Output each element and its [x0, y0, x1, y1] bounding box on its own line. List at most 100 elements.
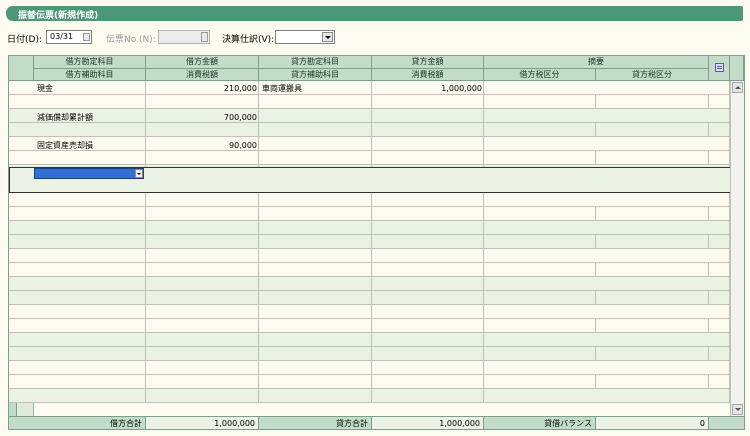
grid-cell[interactable]: [34, 249, 146, 263]
grid-cell[interactable]: [709, 207, 730, 221]
grid-cell[interactable]: [709, 375, 730, 389]
grid-cell[interactable]: [709, 291, 730, 305]
chevron-down-icon[interactable]: [322, 32, 333, 42]
grid-cell[interactable]: [259, 95, 372, 109]
grid-cell[interactable]: [259, 263, 372, 277]
grid-cell[interactable]: [34, 375, 146, 389]
grid-cell[interactable]: [372, 305, 484, 319]
grid-cell[interactable]: [709, 249, 730, 263]
entry-credit-account[interactable]: 車両運搬具: [259, 82, 372, 96]
grid-cell[interactable]: [709, 333, 730, 347]
grid-cell[interactable]: [372, 277, 484, 291]
grid-cell[interactable]: [146, 333, 259, 347]
grid-cell[interactable]: [709, 235, 730, 249]
grid-cell[interactable]: [484, 207, 596, 221]
grid-cell[interactable]: [372, 123, 484, 137]
vertical-scrollbar[interactable]: [730, 81, 744, 416]
grid-cell[interactable]: [709, 305, 730, 319]
grid-cell[interactable]: [596, 319, 709, 333]
grid-row[interactable]: [9, 305, 744, 319]
grid-cell[interactable]: [709, 81, 730, 95]
grid-cell[interactable]: [709, 319, 730, 333]
grid-cell[interactable]: [709, 95, 730, 109]
grid-cell[interactable]: [34, 305, 146, 319]
grid-cell[interactable]: [709, 361, 730, 375]
grid-row[interactable]: [9, 263, 744, 277]
grid-cell[interactable]: [146, 361, 259, 375]
grid-cell[interactable]: [709, 347, 730, 361]
grid-cell[interactable]: [372, 291, 484, 305]
grid-cell[interactable]: [372, 319, 484, 333]
grid-cell[interactable]: [146, 235, 259, 249]
grid-cell[interactable]: [146, 95, 259, 109]
grid-cell[interactable]: [146, 319, 259, 333]
grid-cell[interactable]: [259, 333, 372, 347]
grid-row[interactable]: [9, 277, 744, 291]
entry-debit-amount[interactable]: 90,000: [146, 139, 259, 153]
grid-row[interactable]: [9, 347, 744, 361]
grid-cell[interactable]: [372, 207, 484, 221]
grid-row[interactable]: [9, 193, 744, 207]
grid-cell[interactable]: [596, 235, 709, 249]
grid-cell[interactable]: [146, 389, 259, 403]
grid-cell[interactable]: [146, 123, 259, 137]
grid-cell[interactable]: [709, 263, 730, 277]
grid-row[interactable]: [9, 123, 744, 137]
grid-cell[interactable]: [596, 151, 709, 165]
grid-cell[interactable]: [709, 277, 730, 291]
grid-cell[interactable]: [372, 221, 484, 235]
grid-row[interactable]: [9, 207, 744, 221]
grid-cell[interactable]: [146, 375, 259, 389]
grid-cell[interactable]: [372, 389, 484, 403]
grid-cell[interactable]: [596, 263, 709, 277]
grid-cell[interactable]: [146, 291, 259, 305]
scroll-up-icon[interactable]: [732, 82, 743, 93]
grid-cell[interactable]: [596, 95, 709, 109]
grid-cell[interactable]: [484, 319, 596, 333]
grid-cell[interactable]: [34, 235, 146, 249]
settlement-select[interactable]: [275, 30, 335, 44]
grid-cell[interactable]: [596, 207, 709, 221]
entry-debit-account[interactable]: 現金: [34, 82, 146, 96]
grid-row[interactable]: [9, 221, 744, 235]
grid-cell[interactable]: [259, 249, 372, 263]
grid-cell[interactable]: [484, 375, 596, 389]
grid-cell[interactable]: [484, 291, 596, 305]
grid-cell[interactable]: [34, 151, 146, 165]
grid-cell[interactable]: [34, 291, 146, 305]
grid-cell[interactable]: [372, 137, 484, 151]
grid-cell[interactable]: [259, 389, 372, 403]
entry-debit-account[interactable]: 固定資産売却損: [34, 139, 146, 153]
grid-cell[interactable]: [34, 347, 146, 361]
entry-debit-amount[interactable]: 700,000: [146, 111, 259, 125]
grid-cell[interactable]: [34, 123, 146, 137]
grid-cell[interactable]: [146, 151, 259, 165]
grid-cell[interactable]: [146, 207, 259, 221]
scroll-down-icon[interactable]: [732, 404, 743, 415]
grid-row[interactable]: [9, 151, 744, 165]
grid-row[interactable]: [9, 95, 744, 109]
grid-cell[interactable]: [34, 333, 146, 347]
grid-cell[interactable]: [709, 137, 730, 151]
grid-cell[interactable]: [372, 235, 484, 249]
grid-cell[interactable]: [259, 277, 372, 291]
grid-cell[interactable]: [709, 193, 730, 207]
grid-cell[interactable]: [34, 389, 146, 403]
grid-cell[interactable]: [34, 319, 146, 333]
grid-cell[interactable]: [372, 333, 484, 347]
memo-icon[interactable]: [715, 63, 724, 72]
spin-icon[interactable]: [83, 33, 90, 41]
grid-cell[interactable]: [259, 305, 372, 319]
grid-cell[interactable]: [34, 361, 146, 375]
grid-cell[interactable]: [34, 193, 146, 207]
grid-cell[interactable]: [596, 347, 709, 361]
grid-cell[interactable]: [259, 193, 372, 207]
grid-cell[interactable]: [146, 221, 259, 235]
grid-cell[interactable]: [259, 347, 372, 361]
grid-cell[interactable]: [259, 137, 372, 151]
grid-cell[interactable]: [259, 361, 372, 375]
grid-cell[interactable]: [259, 235, 372, 249]
grid-cell[interactable]: [34, 221, 146, 235]
grid-cell[interactable]: [372, 347, 484, 361]
grid-row[interactable]: [9, 333, 744, 347]
